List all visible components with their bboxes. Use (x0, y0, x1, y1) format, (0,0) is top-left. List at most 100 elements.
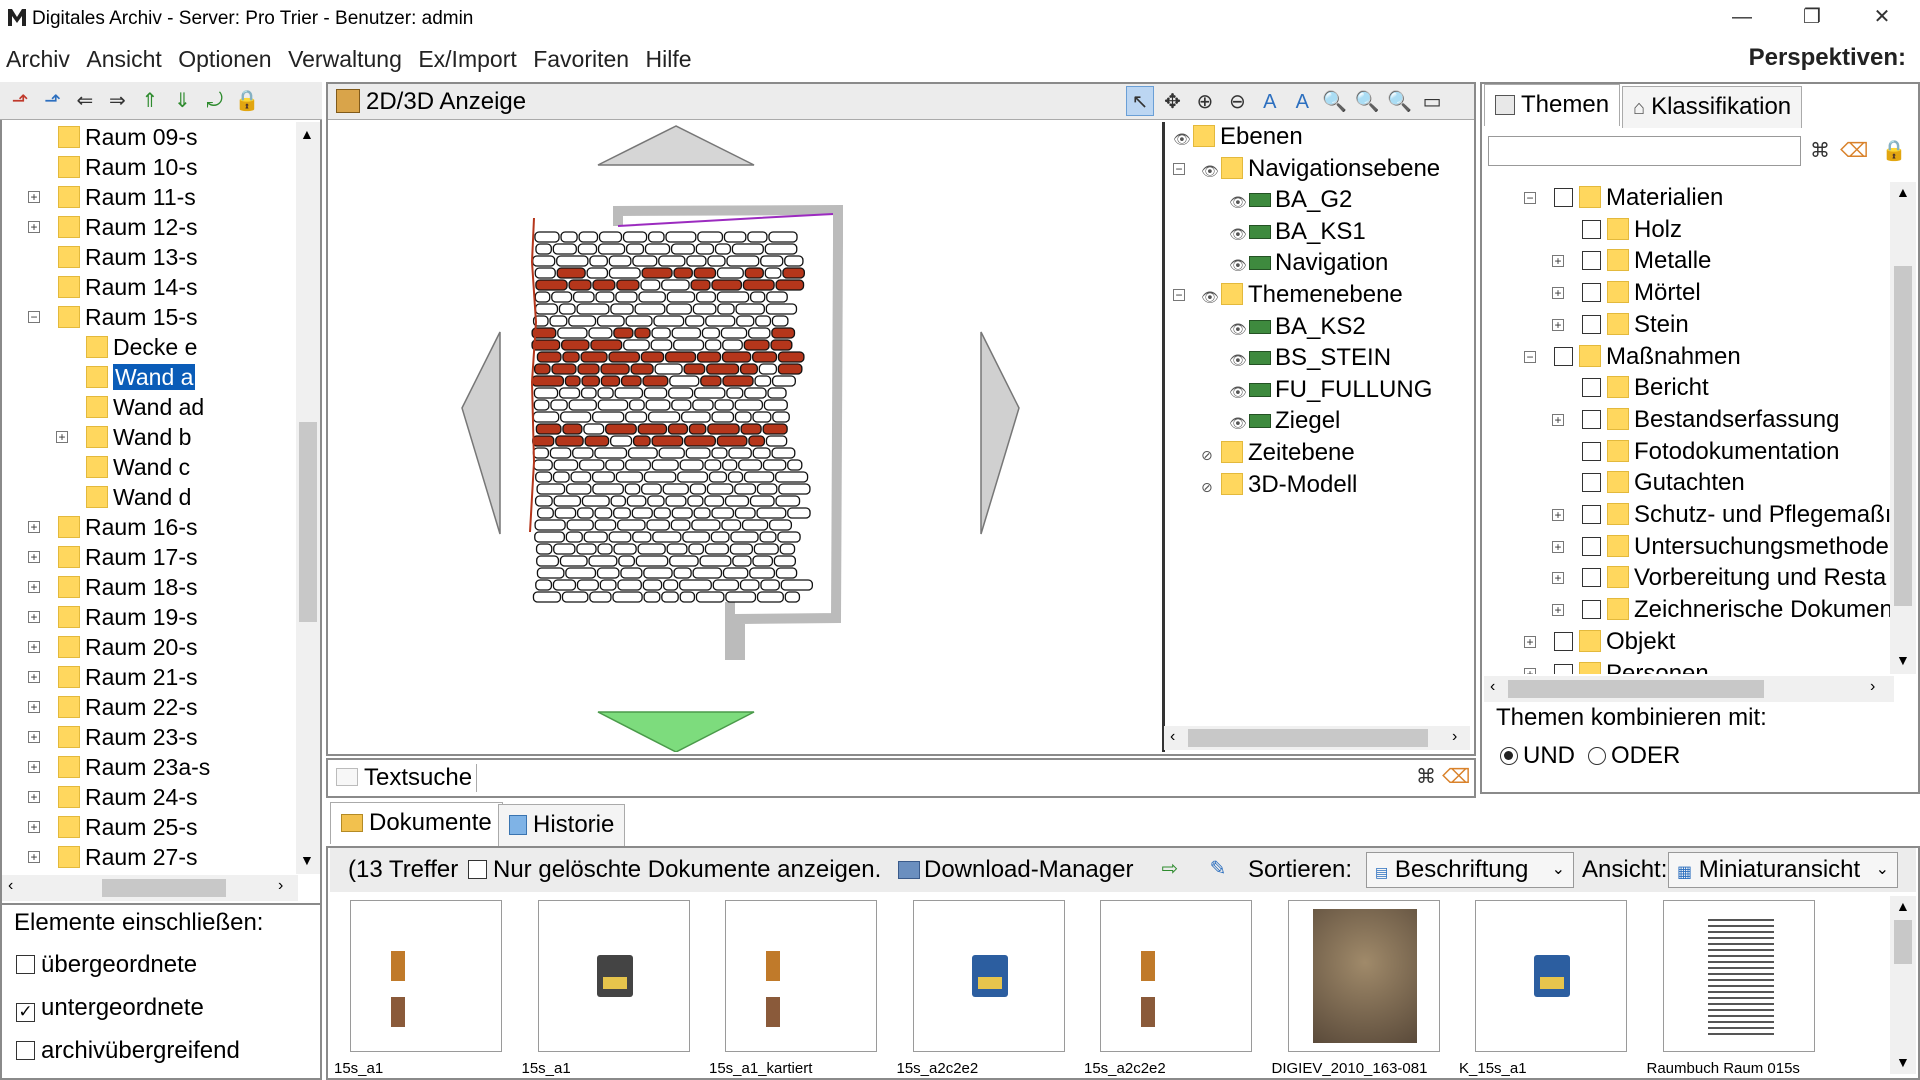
expand-icon[interactable]: + (1552, 604, 1564, 617)
theme-item[interactable]: − Maßnahmen (1524, 341, 1741, 372)
tree-item[interactable]: + Raum 18-s (28, 572, 197, 602)
und-option[interactable]: UND (1500, 742, 1575, 770)
collapse-icon[interactable]: − (1173, 289, 1185, 301)
theme-checkbox[interactable] (1582, 473, 1601, 493)
theme-checkbox[interactable] (1554, 346, 1573, 366)
menu-eximport[interactable]: Ex/Import (412, 40, 522, 79)
expand-icon[interactable]: + (28, 671, 40, 683)
edit-doc-icon[interactable]: ✎ (1204, 854, 1232, 884)
tree-item[interactable]: Decke e (86, 332, 197, 362)
zoom-out-icon[interactable]: ⊖ (1223, 87, 1251, 117)
layer-item[interactable]: 👁 Ebenen (1173, 122, 1303, 152)
layer-item[interactable]: 👁 BS_STEIN (1229, 343, 1391, 373)
theme-checkbox[interactable] (1582, 536, 1601, 556)
theme-item[interactable]: + Mörtel (1552, 277, 1701, 308)
include-option-cross-archive[interactable]: archivübergreifend (16, 1037, 240, 1065)
zoom-in-icon[interactable]: ⊕ (1191, 87, 1219, 117)
expand-icon[interactable]: + (28, 851, 40, 863)
tab-historie[interactable]: Historie (498, 804, 626, 846)
scroll-up-icon[interactable]: ▲ (300, 126, 314, 142)
tree-item[interactable]: + Raum 23a-s (28, 752, 210, 782)
return-icon[interactable]: ⤾ (201, 86, 229, 116)
layer-item[interactable]: ⊘ Zeitebene (1201, 438, 1355, 468)
theme-item[interactable]: Bericht (1582, 372, 1709, 403)
docs-vertical-scrollbar[interactable]: ▲ ▼ (1890, 896, 1916, 1074)
clear-search-icon[interactable]: ⌫ (1442, 762, 1470, 792)
tab-klassifikation[interactable]: ⌂ Klassifikation (1622, 86, 1803, 128)
collapse-icon[interactable]: − (28, 311, 40, 323)
child-checkbox[interactable]: ✓ (16, 1003, 35, 1022)
document-thumbnail[interactable] (1287, 900, 1440, 1052)
hidden-eye-icon[interactable]: ⊘ (1201, 440, 1221, 470)
theme-item[interactable]: Fotodokumentation (1582, 436, 1839, 467)
document-thumbnail[interactable] (1475, 900, 1627, 1052)
hscroll-thumb[interactable] (1508, 680, 1764, 698)
restore-button[interactable]: ❐ (1782, 0, 1842, 36)
eye-icon[interactable]: 👁 (1229, 187, 1249, 217)
layer-item[interactable]: ⊘ 3D-Modell (1201, 470, 1357, 500)
expand-icon[interactable]: + (28, 641, 40, 653)
scroll-left-icon[interactable]: ‹ (1170, 728, 1175, 746)
arrow-right-icon[interactable]: ⇒ (103, 86, 131, 116)
tree-item[interactable]: Raum 10-s (58, 152, 197, 182)
theme-checkbox[interactable] (1582, 505, 1601, 524)
download-manager-button[interactable]: Download-Manager (898, 856, 1133, 884)
document-thumbnail[interactable] (350, 900, 502, 1052)
theme-item[interactable]: Gutachten (1582, 467, 1745, 498)
layers-horizontal-scrollbar[interactable]: ‹ › (1164, 726, 1470, 750)
expand-icon[interactable]: + (28, 701, 40, 713)
expand-icon[interactable]: + (1552, 287, 1564, 300)
scroll-down-icon[interactable]: ▼ (1896, 652, 1910, 668)
parent-checkbox[interactable] (16, 955, 35, 974)
scroll-down-icon[interactable]: ▼ (300, 852, 314, 868)
tree-item[interactable]: + Raum 11-s (28, 182, 196, 212)
tree-item[interactable]: + Raum 27-s (28, 842, 197, 872)
theme-checkbox[interactable] (1554, 663, 1573, 674)
layer-item[interactable]: 👁 Ziegel (1229, 406, 1340, 436)
drawing-canvas[interactable] (328, 122, 1160, 753)
lock-icon[interactable]: 🔒 (1880, 136, 1908, 166)
nav-up-arrow[interactable] (597, 125, 755, 166)
nav-left-arrow[interactable] (461, 331, 501, 535)
theme-checkbox[interactable] (1582, 283, 1601, 303)
tree-item[interactable]: + Raum 12-s (28, 212, 197, 242)
menu-favoriten[interactable]: Favoriten (527, 40, 635, 79)
binoculars-icon[interactable]: ⌘ (1412, 762, 1440, 792)
tree-horizontal-scrollbar[interactable]: ‹ › (2, 875, 298, 901)
hidden-eye-icon[interactable]: ⊘ (1201, 472, 1221, 502)
expand-icon[interactable]: + (28, 611, 40, 623)
arrow-down-icon[interactable]: ⇓ (168, 86, 196, 116)
eye-icon[interactable]: 👁 (1173, 124, 1193, 154)
scroll-thumb[interactable] (1894, 920, 1912, 964)
theme-item[interactable]: + Stein (1552, 309, 1689, 340)
theme-item[interactable]: + Bestandserfassung (1552, 404, 1839, 435)
expand-icon[interactable]: + (1552, 318, 1564, 331)
menu-archiv[interactable]: Archiv (0, 40, 76, 79)
clear-search-icon[interactable]: ⌫ (1840, 136, 1868, 166)
tree-item[interactable]: + Raum 17-s (28, 542, 197, 572)
theme-checkbox[interactable] (1582, 600, 1601, 620)
collapse-icon[interactable]: − (1173, 162, 1185, 175)
menu-hilfe[interactable]: Hilfe (640, 40, 698, 79)
tree-item[interactable]: Wand c (86, 452, 190, 482)
arrow-left-icon[interactable]: ⇐ (71, 86, 99, 116)
theme-checkbox[interactable] (1582, 251, 1601, 271)
theme-item[interactable]: + Untersuchungsmethode (1552, 531, 1889, 562)
expand-icon[interactable]: + (28, 221, 40, 233)
expand-icon[interactable]: + (28, 521, 40, 533)
expand-icon[interactable]: + (1552, 509, 1564, 521)
scroll-down-icon[interactable]: ▼ (1896, 1054, 1910, 1070)
expand-icon[interactable]: + (28, 791, 40, 803)
theme-item[interactable]: + Personen (1524, 658, 1709, 674)
theme-checkbox[interactable] (1582, 409, 1601, 429)
expand-icon[interactable]: + (1552, 413, 1564, 426)
expand-icon[interactable]: + (28, 551, 40, 563)
theme-item[interactable]: + Zeichnerische Dokumen (1552, 594, 1893, 625)
cross-archive-checkbox[interactable] (16, 1041, 35, 1060)
document-thumbnail[interactable] (1662, 900, 1815, 1052)
eye-icon[interactable]: 👁 (1201, 282, 1221, 312)
themes-vertical-scrollbar[interactable]: ▲ ▼ (1890, 182, 1916, 674)
expand-icon[interactable]: + (1552, 572, 1564, 585)
eye-icon[interactable]: 👁 (1229, 345, 1249, 375)
eye-icon[interactable]: 👁 (1229, 377, 1249, 407)
